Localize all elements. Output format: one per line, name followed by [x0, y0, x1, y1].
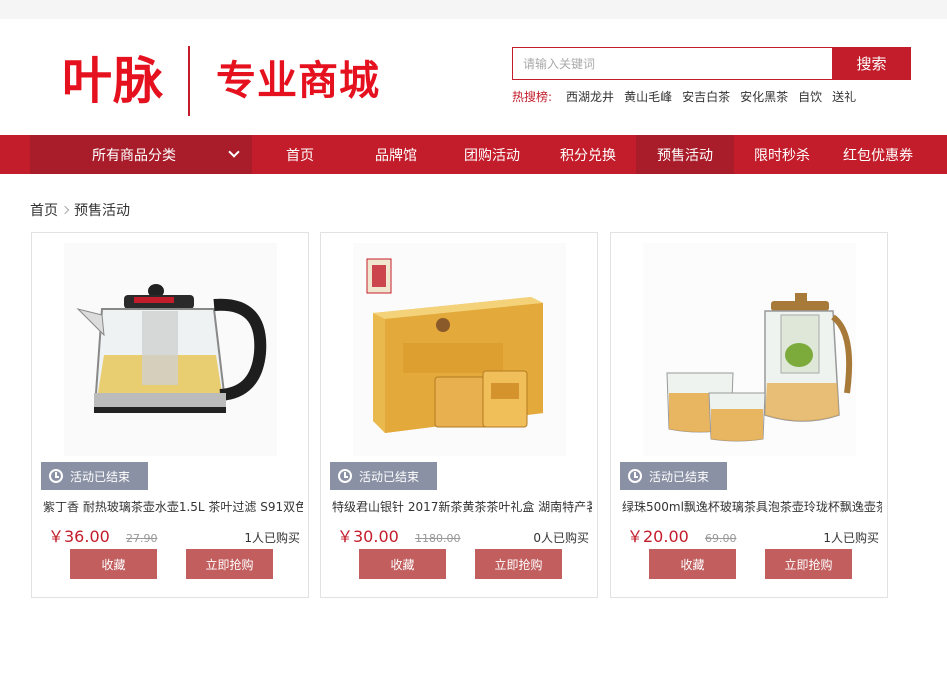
category-menu-label: 所有商品分类: [92, 147, 176, 164]
current-price: ￥36.00: [48, 527, 110, 546]
main-nav: 所有商品分类 首页 品牌馆 团购活动 积分兑换 预售活动 限时秒杀 红包优惠券: [0, 135, 947, 174]
status-badge: 活动已结束: [330, 462, 437, 490]
nav-item-presale[interactable]: 预售活动: [636, 135, 734, 174]
product-title[interactable]: 特级君山银针 2017新茶黄茶茶叶礼盒 湖南特产茗: [332, 498, 592, 515]
nav-item-brands[interactable]: 品牌馆: [348, 135, 444, 174]
status-badge: 活动已结束: [41, 462, 148, 490]
logo-divider: [188, 46, 190, 116]
buy-now-button[interactable]: 立即抢购: [475, 549, 562, 579]
search-bar: 搜索: [512, 47, 911, 80]
product-title[interactable]: 绿珠500ml飘逸杯玻璃茶具泡茶壶玲珑杯飘逸壶茶: [622, 498, 882, 515]
category-menu[interactable]: 所有商品分类: [30, 135, 252, 174]
buyer-count: 1人已购买: [823, 531, 879, 545]
original-price: 27.90: [126, 532, 158, 545]
status-text: 活动已结束: [649, 469, 710, 484]
search-input[interactable]: [512, 47, 832, 80]
current-price: ￥20.00: [627, 527, 689, 546]
buy-now-button[interactable]: 立即抢购: [765, 549, 852, 579]
nav-item-points[interactable]: 积分兑换: [540, 135, 636, 174]
favorite-button[interactable]: 收藏: [359, 549, 446, 579]
logo-main-text: 叶脉: [62, 52, 164, 110]
status-text: 活动已结束: [70, 469, 131, 484]
site-logo[interactable]: 叶脉 专业商城: [62, 46, 380, 116]
breadcrumb-home[interactable]: 首页: [30, 200, 58, 220]
nav-item-group-buy[interactable]: 团购活动: [444, 135, 540, 174]
clock-icon: [338, 469, 352, 483]
breadcrumb: 首页 预售活动: [30, 200, 130, 220]
price-row: ￥20.00 69.00 1人已购买: [627, 523, 879, 546]
status-text: 活动已结束: [359, 469, 420, 484]
glass-teapot-image[interactable]: [64, 243, 277, 456]
nav-item-flash-sale[interactable]: 限时秒杀: [734, 135, 830, 174]
hot-search-item[interactable]: 安吉白茶: [682, 88, 730, 105]
favorite-button[interactable]: 收藏: [70, 549, 157, 579]
status-badge: 活动已结束: [620, 462, 727, 490]
original-price: 69.00: [705, 532, 737, 545]
product-card: 活动已结束 紫丁香 耐热玻璃茶壶水壶1.5L 茶叶过滤 S91双色 ￥36.00…: [31, 232, 309, 598]
logo-sub-text: 专业商城: [216, 58, 380, 104]
chevron-right-icon: [60, 205, 70, 215]
product-card: 活动已结束 特级君山银针 2017新茶黄茶茶叶礼盒 湖南特产茗 ￥30.00 1…: [320, 232, 598, 598]
chevron-down-icon: [228, 146, 240, 158]
price-row: ￥36.00 27.90 1人已购买: [48, 523, 300, 546]
glass-tea-set-image[interactable]: [643, 243, 856, 456]
current-price: ￥30.00: [337, 527, 399, 546]
hot-search-item[interactable]: 安化黑茶: [740, 88, 788, 105]
product-title[interactable]: 紫丁香 耐热玻璃茶壶水壶1.5L 茶叶过滤 S91双色: [43, 498, 303, 515]
hot-search-item[interactable]: 黄山毛峰: [624, 88, 672, 105]
product-card: 活动已结束 绿珠500ml飘逸杯玻璃茶具泡茶壶玲珑杯飘逸壶茶 ￥20.00 69…: [610, 232, 888, 598]
price-row: ￥30.00 1180.00 0人已购买: [337, 523, 589, 546]
hot-search: 热搜榜: 西湖龙井 黄山毛峰 安吉白茶 安化黑茶 自饮 送礼: [512, 88, 866, 105]
buy-now-button[interactable]: 立即抢购: [186, 549, 273, 579]
hot-search-item[interactable]: 自饮: [798, 88, 822, 105]
favorite-button[interactable]: 收藏: [649, 549, 736, 579]
hot-search-item[interactable]: 西湖龙井: [566, 88, 614, 105]
top-strip: [0, 0, 947, 19]
clock-icon: [49, 469, 63, 483]
hot-search-item[interactable]: 送礼: [832, 88, 856, 105]
buyer-count: 1人已购买: [244, 531, 300, 545]
clock-icon: [628, 469, 642, 483]
breadcrumb-current: 预售活动: [74, 203, 130, 219]
nav-item-coupons[interactable]: 红包优惠券: [830, 135, 926, 174]
original-price: 1180.00: [415, 532, 461, 545]
search-button[interactable]: 搜索: [832, 47, 911, 80]
hot-search-label: 热搜榜:: [512, 90, 553, 104]
buyer-count: 0人已购买: [533, 531, 589, 545]
tea-giftbox-image[interactable]: [353, 243, 566, 456]
nav-item-home[interactable]: 首页: [252, 135, 348, 174]
